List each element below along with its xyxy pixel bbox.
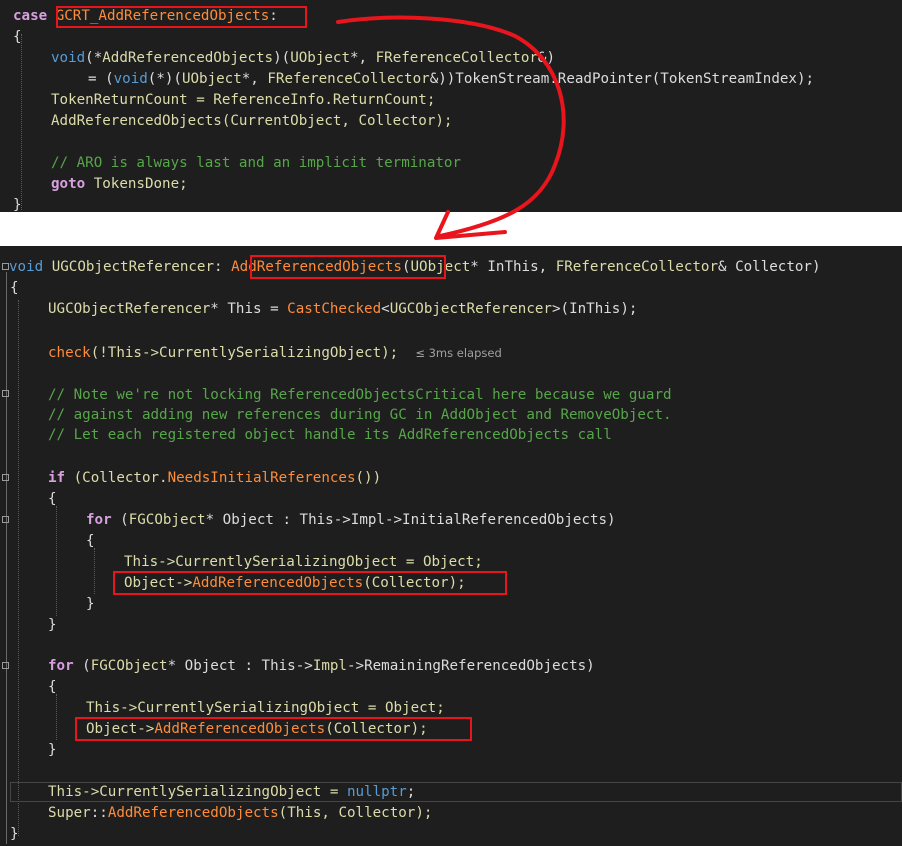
- highlight-box-remaining-call: [75, 717, 472, 741]
- code-line-check[interactable]: check(!This->CurrentlySerializingObject)…: [48, 343, 502, 363]
- code-line-assign[interactable]: This->CurrentlySerializingObject = Objec…: [86, 698, 445, 718]
- code-line-for-initial[interactable]: for (FGCObject* Object : This->Impl->Ini…: [86, 510, 616, 530]
- arrow-head: [434, 210, 507, 240]
- bottom-code-panel: void UGCObjectReferencer: AddReferencedO…: [0, 246, 902, 846]
- perf-tip[interactable]: ≤ 3ms elapsed: [415, 346, 501, 360]
- code-line-for-remaining[interactable]: for (FGCObject* Object : This->Impl->Rem…: [48, 656, 595, 676]
- collapse-icon[interactable]: [2, 263, 9, 270]
- code-line-fnptr-cast[interactable]: = (void(*)(UObject*, FReferenceCollector…: [88, 69, 814, 89]
- code-line-comment[interactable]: // against adding new references during …: [48, 405, 672, 425]
- code-line-comment[interactable]: // Let each registered object handle its…: [48, 425, 612, 445]
- code-line-close-brace[interactable]: }: [86, 594, 95, 614]
- code-line-comment[interactable]: // Note we're not locking ReferencedObje…: [48, 385, 672, 405]
- code-line-comment[interactable]: // ARO is always last and an implicit te…: [51, 153, 461, 173]
- highlight-box-case-label: [56, 6, 307, 28]
- code-line-close-brace[interactable]: }: [48, 740, 57, 760]
- highlight-box-function-name: [250, 255, 446, 279]
- indent-guide: [21, 34, 22, 210]
- code-line-open-brace[interactable]: {: [48, 677, 57, 697]
- code-line-aro-call[interactable]: AddReferencedObjects(CurrentObject, Coll…: [51, 111, 452, 131]
- indent-guide: [56, 694, 57, 740]
- code-line-nullptr[interactable]: This->CurrentlySerializingObject = nullp…: [48, 782, 415, 802]
- highlight-box-initial-call: [113, 571, 507, 595]
- code-line-fnptr-decl[interactable]: void(*AddReferencedObjects)(UObject*, FR…: [51, 48, 555, 68]
- collapse-icon[interactable]: [2, 516, 9, 523]
- collapse-icon[interactable]: [2, 390, 9, 397]
- collapse-icon[interactable]: [2, 474, 9, 481]
- code-line-open-brace[interactable]: {: [48, 489, 57, 509]
- code-line-super-call[interactable]: Super::AddReferencedObjects(This, Collec…: [48, 803, 432, 823]
- indent-guide: [94, 548, 95, 594]
- indent-guide: [18, 300, 19, 836]
- indent-guide: [56, 506, 57, 616]
- code-line-open-brace[interactable]: {: [10, 278, 19, 298]
- code-line-if[interactable]: if (Collector.NeedsInitialReferences()): [48, 468, 381, 488]
- outline-margin: [6, 272, 7, 844]
- code-line-open-brace[interactable]: {: [13, 27, 22, 47]
- top-code-panel: case GCRT_AddReferencedObjects: { void(*…: [0, 0, 902, 212]
- collapse-icon[interactable]: [2, 662, 9, 669]
- code-line-assign[interactable]: This->CurrentlySerializingObject = Objec…: [124, 552, 483, 572]
- code-line-this-cast[interactable]: UGCObjectReferencer* This = CastChecked<…: [48, 299, 637, 319]
- code-line-open-brace[interactable]: {: [86, 531, 95, 551]
- code-line-return-count[interactable]: TokenReturnCount = ReferenceInfo.ReturnC…: [51, 90, 435, 110]
- code-line-close-brace[interactable]: }: [48, 615, 57, 635]
- code-line-close-brace[interactable]: }: [13, 195, 22, 212]
- code-line-close-brace[interactable]: }: [10, 824, 19, 844]
- code-line-goto[interactable]: goto TokensDone;: [51, 174, 188, 194]
